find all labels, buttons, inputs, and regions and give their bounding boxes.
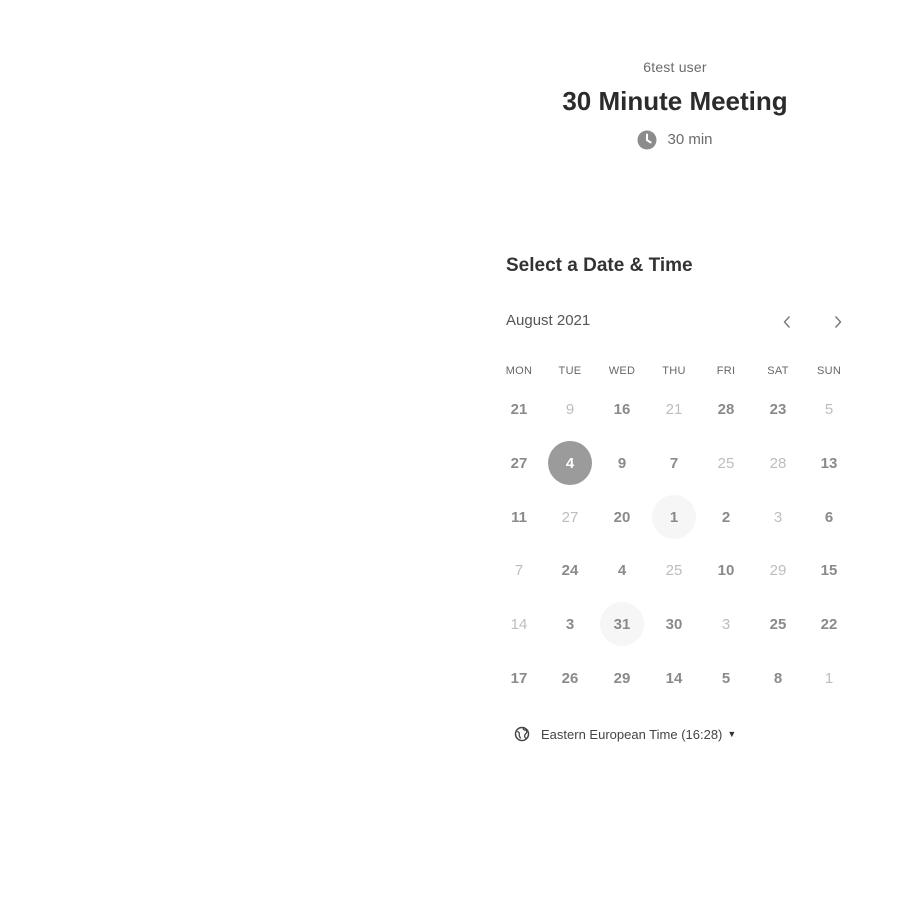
calendar-day[interactable]: 7 xyxy=(652,441,696,485)
calendar-day: 27 xyxy=(561,508,579,526)
calendar-day[interactable]: 25 xyxy=(756,602,800,646)
calendar-day[interactable]: 13 xyxy=(807,441,851,485)
calendar-day: 21 xyxy=(665,400,683,418)
calendar-day[interactable]: 31 xyxy=(600,602,644,646)
calendar-day: 5 xyxy=(824,400,834,418)
calendar-day[interactable]: 23 xyxy=(756,387,800,431)
calendar-day: 25 xyxy=(717,454,735,472)
calendar-day[interactable]: 26 xyxy=(548,656,592,700)
calendar-day: 14 xyxy=(510,615,528,633)
calendar-day[interactable]: 2 xyxy=(704,495,748,539)
calendar-day: 28 xyxy=(769,454,787,472)
calendar-day: 29 xyxy=(769,561,787,579)
calendar-day: 7 xyxy=(514,561,524,579)
calendar-day[interactable]: 10 xyxy=(704,548,748,592)
calendar-day[interactable]: 20 xyxy=(600,495,644,539)
calendar-day[interactable]: 5 xyxy=(704,656,748,700)
calendar-day[interactable]: 16 xyxy=(600,387,644,431)
calendar-day-selected[interactable]: 4 xyxy=(548,441,592,485)
calendar-day[interactable]: 22 xyxy=(807,602,851,646)
calendar-day: 3 xyxy=(721,615,731,633)
booking-panel: 6test user 30 Minute Meeting 30 min Sele… xyxy=(500,0,850,900)
calendar-day[interactable]: 9 xyxy=(600,441,644,485)
calendar-day: 3 xyxy=(773,508,783,526)
calendar-grid: 21 9 16 21 28 23 5 27 4 9 7 25 28 13 11 27 20 1 2 3 6 7 24 4 25 1… xyxy=(500,0,860,720)
calendar-day: 1 xyxy=(824,669,834,687)
calendar-day: 25 xyxy=(665,561,683,579)
caret-down-icon: ▼ xyxy=(727,729,737,739)
calendar-day[interactable]: 24 xyxy=(548,548,592,592)
calendar-day[interactable]: 27 xyxy=(497,441,541,485)
calendar-day[interactable]: 14 xyxy=(652,656,696,700)
calendar-day[interactable]: 17 xyxy=(497,656,541,700)
timezone-label: Eastern European Time (16:28) xyxy=(541,726,723,742)
calendar-day[interactable]: 28 xyxy=(704,387,748,431)
calendar-day[interactable]: 3 xyxy=(548,602,592,646)
calendar-day[interactable]: 11 xyxy=(497,495,541,539)
globe-icon xyxy=(514,726,530,742)
calendar-day: 9 xyxy=(565,400,575,418)
calendar-day[interactable]: 1 xyxy=(652,495,696,539)
calendar-day[interactable]: 21 xyxy=(497,387,541,431)
calendar-day[interactable]: 6 xyxy=(807,495,851,539)
calendar-day[interactable]: 15 xyxy=(807,548,851,592)
timezone-selector[interactable]: Eastern European Time (16:28) ▼ xyxy=(514,724,736,744)
calendar-day[interactable]: 4 xyxy=(600,548,644,592)
calendar-day[interactable]: 30 xyxy=(652,602,696,646)
calendar-day[interactable]: 29 xyxy=(600,656,644,700)
calendar-day[interactable]: 8 xyxy=(756,656,800,700)
